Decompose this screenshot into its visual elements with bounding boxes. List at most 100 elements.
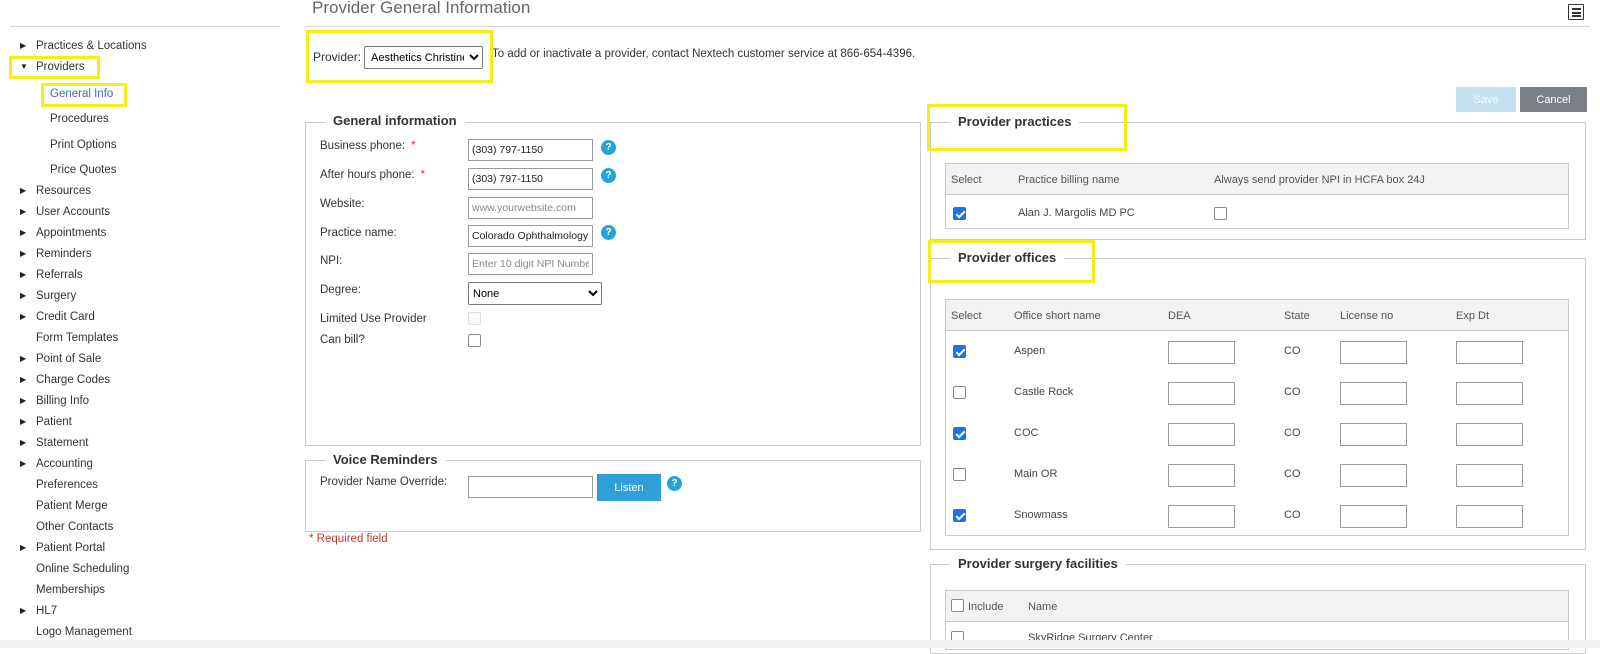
help-circle-icon[interactable]: ? [601,140,616,155]
sidebar-item-providers[interactable]: ▼ Providers [20,58,85,76]
office-select-checkbox[interactable] [953,468,966,481]
office-select-checkbox[interactable] [953,345,966,358]
sidebar-item-billing-info[interactable]: ▶ Billing Info [20,392,89,410]
sidebar-item-credit-card[interactable]: ▶ Credit Card [20,308,95,326]
after-hours-phone-input[interactable] [468,168,593,190]
cancel-button[interactable]: Cancel [1520,87,1587,112]
column-header: Select [951,310,982,322]
exp-dt-input[interactable] [1456,341,1523,364]
license-no-input[interactable] [1340,382,1407,405]
exp-dt-input[interactable] [1456,464,1523,487]
license-no-input[interactable] [1340,505,1407,528]
exp-dt-input[interactable] [1456,423,1523,446]
provider-surgery-facilities-legend: Provider surgery facilities [950,556,1126,571]
sidebar-item-memberships[interactable]: Memberships [36,581,105,599]
triangle-right-icon: ▶ [20,207,27,216]
sidebar-item-reminders[interactable]: ▶ Reminders [20,245,92,263]
always-send-npi-checkbox[interactable] [1214,207,1227,220]
save-button[interactable]: Save [1456,87,1516,112]
sidebar-item-procedures[interactable]: Procedures [50,110,109,128]
triangle-right-icon: ▶ [20,270,27,279]
sidebar-item-point-of-sale[interactable]: ▶ Point of Sale [20,350,101,368]
triangle-right-icon: ▶ [20,228,27,237]
sidebar-item-user-accounts[interactable]: ▶ User Accounts [20,203,110,221]
sidebar-item-online-scheduling[interactable]: Online Scheduling [36,560,129,578]
sidebar-item-charge-codes[interactable]: ▶ Charge Codes [20,371,110,389]
sidebar-item-patient-portal[interactable]: ▶ Patient Portal [20,539,105,557]
list-view-icon[interactable] [1568,4,1584,20]
office-select-checkbox[interactable] [953,509,966,522]
website-input[interactable] [468,197,593,219]
sidebar-divider [10,26,280,27]
sidebar-item-surgery[interactable]: ▶ Surgery [20,287,76,305]
office-short-name: COC [1014,427,1039,439]
sidebar-item-referrals[interactable]: ▶ Referrals [20,266,83,284]
triangle-right-icon: ▶ [20,312,27,321]
help-circle-icon[interactable]: ? [667,476,682,491]
column-header: License no [1340,310,1394,322]
dea-input[interactable] [1168,505,1235,528]
sidebar-item-accounting[interactable]: ▶ Accounting [20,455,93,473]
table-header: Include Name [946,591,1568,622]
provider-name-override-input[interactable] [468,476,593,498]
sidebar-item-form-templates[interactable]: Form Templates [36,329,118,347]
sidebar-item-practices-locations[interactable]: ▶ Practices & Locations [20,37,147,55]
provider-practices-legend: Provider practices [950,114,1080,129]
sidebar-item-general-info[interactable]: General Info [50,85,113,103]
can-bill-label: Can bill? [320,334,365,346]
triangle-right-icon: ▶ [20,291,27,300]
sidebar-item-preferences[interactable]: Preferences [36,476,98,494]
dea-input[interactable] [1168,341,1235,364]
column-header: Include [968,601,1004,613]
column-header: Practice billing name [1018,174,1120,186]
help-circle-icon[interactable]: ? [601,168,616,183]
horizontal-scrollbar[interactable] [0,640,1600,648]
triangle-right-icon: ▶ [20,375,27,384]
column-header: DEA [1168,310,1191,322]
triangle-right-icon: ▶ [20,543,27,552]
office-short-name: Castle Rock [1014,386,1074,398]
npi-input[interactable] [468,253,593,275]
website-label: Website: [320,198,365,210]
exp-dt-input[interactable] [1456,382,1523,405]
practice-name-input[interactable] [468,225,593,247]
sidebar-item-logo-management[interactable]: Logo Management [36,623,132,641]
exp-dt-input[interactable] [1456,505,1523,528]
can-bill-checkbox[interactable] [468,334,481,347]
sidebar-item-resources[interactable]: ▶ Resources [20,182,91,200]
office-select-checkbox[interactable] [953,386,966,399]
include-all-checkbox[interactable] [951,599,964,612]
sidebar-item-statement[interactable]: ▶ Statement [20,434,88,452]
provider-label: Provider: [313,50,362,64]
sidebar-item-patient[interactable]: ▶ Patient [20,413,72,431]
sidebar-item-hl7[interactable]: ▶ HL7 [20,602,57,620]
office-select-checkbox[interactable] [953,427,966,440]
business-phone-input[interactable] [468,139,593,161]
license-no-input[interactable] [1340,423,1407,446]
listen-button[interactable]: Listen [597,474,661,501]
degree-select[interactable]: None [468,282,602,305]
license-no-input[interactable] [1340,341,1407,364]
provider-select[interactable]: Aesthetics Christine [364,46,483,69]
column-header: Office short name [1014,310,1101,322]
provider-offices-table: Select Office short name DEA State Licen… [945,299,1569,536]
dea-input[interactable] [1168,382,1235,405]
sidebar-item-print-options[interactable]: Print Options [50,136,116,154]
license-no-input[interactable] [1340,464,1407,487]
triangle-down-icon: ▼ [20,62,28,71]
degree-label: Degree: [320,284,361,296]
sidebar-item-patient-merge[interactable]: Patient Merge [36,497,108,515]
help-circle-icon[interactable]: ? [601,225,616,240]
sidebar-item-appointments[interactable]: ▶ Appointments [20,224,106,242]
sidebar-item-other-contacts[interactable]: Other Contacts [36,518,113,536]
dea-input[interactable] [1168,464,1235,487]
provider-name-override-label: Provider Name Override: [320,476,448,488]
npi-label: NPI: [320,255,343,267]
column-header: Select [951,174,982,186]
practice-select-checkbox[interactable] [953,207,966,220]
office-state: CO [1284,345,1301,357]
sidebar-item-price-quotes[interactable]: Price Quotes [50,161,116,179]
office-short-name: Main OR [1014,468,1058,480]
dea-input[interactable] [1168,423,1235,446]
table-header: Select Practice billing name Always send… [946,164,1568,195]
